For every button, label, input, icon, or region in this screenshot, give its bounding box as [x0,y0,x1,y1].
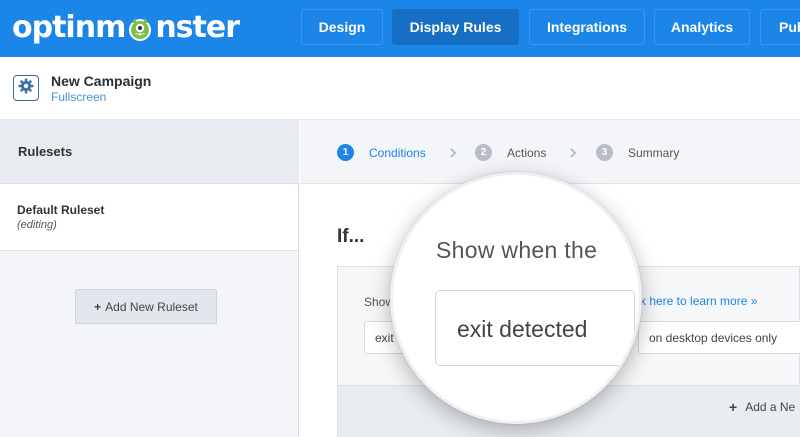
campaign-name: New Campaign [51,73,152,89]
learn-more-link[interactable]: k here to learn more » [640,294,757,308]
rulesets-sidebar: Rulesets Default Ruleset (editing) + Add… [0,120,299,437]
logo-text-end: nster [155,9,240,45]
step-label: Summary [628,145,680,160]
magnified-show-when-label: Show when the [436,237,598,263]
sidebar-header: Rulesets [0,120,299,184]
tab-design[interactable]: Design [301,9,383,45]
magnified-trigger-select[interactable]: exit detected [435,290,635,366]
gear-icon [18,78,34,99]
optinmonster-logo[interactable]: optinm nster [12,9,240,45]
ruleset-status: (editing) [17,219,57,231]
monster-mascot-icon [126,15,154,43]
step-number: 2 [475,144,492,161]
chevron-right-icon [567,146,579,158]
plus-icon: + [729,399,738,415]
step-conditions[interactable]: 1 Conditions [337,144,426,161]
step-number: 3 [596,144,613,161]
ruleset-item-default[interactable]: Default Ruleset (editing) [0,184,298,251]
step-label: Actions [507,145,547,160]
add-ruleset-button[interactable]: + Add New Ruleset [75,289,217,324]
sidebar-title: Rulesets [18,144,73,159]
magnifier-callout: Show when the exit detected [390,172,642,424]
tab-publish[interactable]: Pub [760,9,800,45]
top-bar: optinm nster Design Display Rules Integr… [0,0,800,57]
step-summary[interactable]: 3 Summary [596,144,679,161]
plus-icon: + [94,299,102,314]
add-ruleset-label: Add New Ruleset [105,299,198,314]
add-condition-button[interactable]: + Add a Ne [729,399,795,415]
tab-display-rules[interactable]: Display Rules [392,9,519,45]
logo-text-start: optinm [12,9,126,45]
step-number: 1 [337,144,354,161]
campaign-type: Fullscreen [51,90,107,104]
chevron-right-icon [447,146,459,158]
ruleset-name: Default Ruleset [17,203,105,217]
tab-analytics[interactable]: Analytics [654,9,750,45]
step-actions[interactable]: 2 Actions [475,144,546,161]
step-label: Conditions [369,145,426,160]
steps-bar: 1 Conditions 2 Actions 3 Summary [300,120,800,184]
add-condition-label: Add a Ne [745,400,796,414]
if-heading: If... [337,226,365,247]
device-select[interactable]: on desktop devices only [638,321,800,354]
campaign-settings-button[interactable] [13,75,39,101]
tab-integrations[interactable]: Integrations [529,9,645,45]
